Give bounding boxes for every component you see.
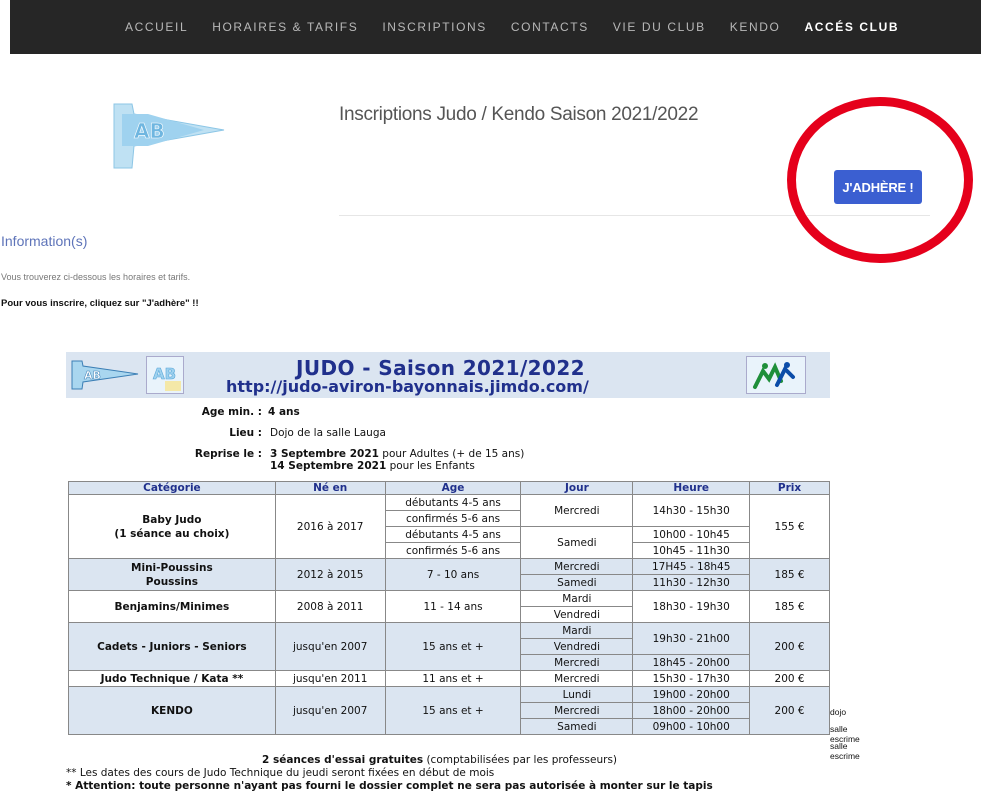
resume-adults: 3 Septembre 2021 pour Adultes (+ de 15 a… [270,448,525,460]
nav-contacts[interactable]: CONTACTS [511,20,589,34]
header-age: Age [384,481,522,495]
info-heading: Information(s) [1,233,88,249]
table-row: Cadets - Juniors - Seniors jusqu'en 2007… [68,622,830,671]
technique-note: ** Les dates des cours de Judo Technique… [66,767,495,779]
schedule-poster: AB AB JUDO - Saison 2021/2022 http://jud… [66,352,860,803]
info-text: Vous trouverez ci-dessous les horaires e… [1,272,191,282]
judo-figures-icon [746,356,806,394]
logo-text: AB [134,119,165,143]
header-born: Né en [274,481,386,495]
age-min-value: 4 ans [268,406,300,418]
venue-dojo: dojo [830,707,847,717]
resume-row: Reprise le : [66,448,262,462]
table-row: Benjamins/Minimes 2008 à 2011 11 - 14 an… [68,590,830,623]
nav-accueil[interactable]: ACCUEIL [125,20,188,34]
header-price: Prix [749,481,830,495]
table-row: Baby Judo (1 séance au choix) 2016 à 2017… [68,494,830,559]
club-logo[interactable]: AB [108,100,228,176]
trial-sessions-note: 2 séances d'essai gratuites (comptabilis… [262,754,618,766]
place-value: Dojo de la salle Lauga [270,427,386,439]
table-header-row: Catégorie Né en Age Jour Heure Prix [68,481,830,495]
header-category: Catégorie [68,481,276,495]
table-row: KENDO jusqu'en 2007 15 ans et + Lundi 19… [68,686,830,735]
nav-acces-club[interactable]: ACCÉS CLUB [804,20,899,34]
info-instructions: Pour vous inscrire, cliquez sur "J'adhèr… [1,298,199,309]
page: ACCUEIL HORAIRES & TARIFS INSCRIPTIONS C… [0,0,981,803]
svg-text:AB: AB [153,365,176,383]
left-edge [0,0,10,803]
place-row: Lieu : [66,427,262,441]
header-hour: Heure [632,481,751,495]
table-row: Mini-Poussins Poussins 2012 à 2015 7 - 10… [68,558,830,591]
nav-horaires-tarifs[interactable]: HORAIRES & TARIFS [212,20,358,34]
nav-kendo[interactable]: KENDO [730,20,781,34]
poster-url: http://judo-aviron-bayonnais.jimdo.com/ [226,377,589,396]
poster-logo-ab-judo: AB [146,356,184,394]
page-title: Inscriptions Judo / Kendo Saison 2021/20… [339,104,699,125]
nav-inscriptions[interactable]: INSCRIPTIONS [382,20,487,34]
age-min-row: Age min. : [66,406,262,420]
poster-logo-ab: AB [70,359,140,395]
top-navigation: ACCUEIL HORAIRES & TARIFS INSCRIPTIONS C… [10,0,981,54]
nav-vie-du-club[interactable]: VIE DU CLUB [613,20,706,34]
resume-label: Reprise le : [194,448,262,460]
table-row: Judo Technique / Kata ** jusqu'en 2011 1… [68,670,830,687]
schedule-table: Catégorie Né en Age Jour Heure Prix Baby… [68,481,830,735]
highlight-circle [787,97,973,263]
svg-text:AB: AB [84,369,101,382]
place-label: Lieu : [229,427,262,439]
attention-note: * Attention: toute personne n'ayant pas … [66,780,713,792]
header-day: Jour [520,481,634,495]
venue-escrime-2: salle escrime [830,741,860,761]
age-min-label: Age min. : [201,406,262,418]
poster-header: AB AB JUDO - Saison 2021/2022 http://jud… [66,352,830,398]
resume-children: 14 Septembre 2021 pour les Enfants [270,460,475,472]
